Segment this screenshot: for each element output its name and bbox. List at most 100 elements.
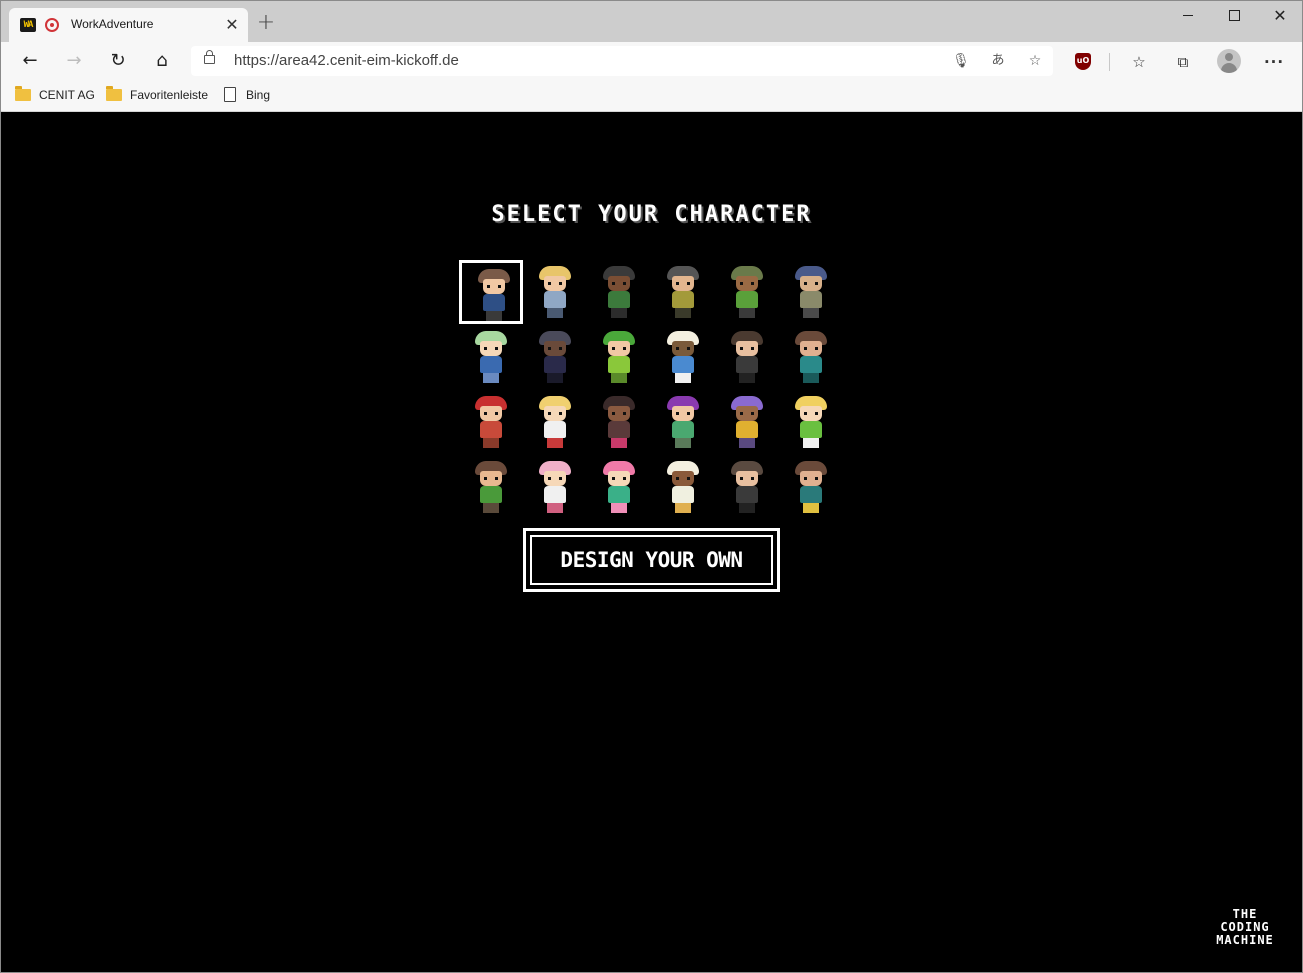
character-sprite (731, 266, 763, 320)
character-option[interactable] (779, 390, 843, 454)
sprite-legs (739, 503, 755, 513)
more-menu-icon[interactable]: ··· (1263, 51, 1285, 73)
workadventure-logo-icon: WA (20, 18, 36, 32)
bookmark-cenit-ag[interactable]: CENIT AG (15, 85, 95, 104)
sprite-eyes (612, 282, 626, 285)
close-icon: ✕ (1273, 6, 1287, 25)
sprite-body (736, 291, 758, 308)
collections-icon[interactable]: ⧉ (1172, 51, 1194, 73)
sprite-eyes (676, 347, 690, 350)
page-title: SELECT YOUR CHARACTER (491, 202, 812, 227)
add-favorite-icon[interactable]: ☆ (1025, 51, 1045, 71)
browser-window: WA WorkAdventure ✕ + ✕ ← → ↻ ⌂ https://a… (0, 0, 1303, 973)
minimize-button[interactable] (1165, 1, 1211, 31)
address-bar[interactable]: https://area42.cenit-eim-kickoff.de 🎙 あ … (191, 46, 1053, 76)
new-tab-button[interactable]: + (255, 12, 277, 35)
maximize-button[interactable] (1211, 1, 1257, 31)
sprite-body (608, 486, 630, 503)
character-option[interactable] (459, 455, 523, 519)
character-sprite (603, 461, 635, 515)
design-your-own-button[interactable]: DESIGN YOUR OWN (523, 528, 780, 592)
character-option[interactable] (715, 260, 779, 324)
game-canvas[interactable]: SELECT YOUR CHARACTER DESIGN YOUR OWN TH… (1, 112, 1302, 972)
home-button[interactable]: ⌂ (147, 46, 177, 76)
microphone-icon[interactable]: 🎙 (951, 51, 971, 71)
character-option[interactable] (715, 390, 779, 454)
sprite-body (672, 421, 694, 438)
character-option[interactable] (651, 455, 715, 519)
character-option[interactable] (651, 325, 715, 389)
tab-workadventure[interactable]: WA WorkAdventure ✕ (9, 8, 248, 42)
logo-line: MACHINE (1216, 933, 1274, 947)
character-option[interactable] (459, 325, 523, 389)
character-option[interactable] (459, 390, 523, 454)
recording-icon (45, 18, 59, 32)
sprite-body (608, 291, 630, 308)
sprite-eyes (740, 282, 754, 285)
sprite-legs (547, 373, 563, 383)
folder-icon (106, 85, 122, 101)
sprite-legs (547, 308, 563, 318)
tab-close-icon[interactable]: ✕ (224, 16, 240, 34)
sprite-eyes (548, 282, 562, 285)
character-option[interactable] (523, 260, 587, 324)
sprite-body (608, 356, 630, 373)
character-option[interactable] (587, 390, 651, 454)
sprite-eyes (548, 412, 562, 415)
ublock-extension-icon[interactable]: uO (1072, 51, 1094, 73)
url-text[interactable]: https://area42.cenit-eim-kickoff.de (234, 52, 459, 69)
browser-toolbar: ← → ↻ ⌂ https://area42.cenit-eim-kickoff… (1, 42, 1302, 80)
character-option[interactable] (779, 325, 843, 389)
lock-icon[interactable] (204, 50, 215, 64)
tab-title: WorkAdventure (71, 17, 154, 31)
character-option[interactable] (587, 325, 651, 389)
folder-icon (15, 85, 31, 101)
translate-icon[interactable]: あ (988, 51, 1008, 71)
sprite-legs (483, 503, 499, 513)
minimize-icon (1183, 15, 1193, 16)
sprite-eyes (676, 477, 690, 480)
sprite-eyes (804, 477, 818, 480)
character-option[interactable] (715, 455, 779, 519)
character-option[interactable] (779, 260, 843, 324)
bookmark-favoritenleiste[interactable]: Favoritenleiste (106, 85, 208, 104)
profile-avatar-icon[interactable] (1217, 49, 1241, 73)
close-window-button[interactable]: ✕ (1257, 1, 1302, 31)
sprite-legs (803, 503, 819, 513)
favorites-icon[interactable]: ☆ (1128, 51, 1150, 73)
character-option[interactable] (587, 455, 651, 519)
character-sprite (795, 461, 827, 515)
character-option[interactable] (523, 390, 587, 454)
sprite-eyes (548, 347, 562, 350)
sprite-legs (739, 308, 755, 318)
toolbar-divider (1109, 53, 1110, 71)
character-option[interactable] (587, 260, 651, 324)
the-coding-machine-logo: THE CODING MACHINE (1201, 908, 1289, 947)
sprite-legs (611, 308, 627, 318)
bookmark-bing[interactable]: Bing (224, 86, 270, 104)
character-sprite (539, 396, 571, 450)
character-sprite (603, 331, 635, 385)
sprite-body (483, 294, 505, 311)
character-option[interactable] (715, 325, 779, 389)
sprite-eyes (740, 477, 754, 480)
character-option[interactable] (523, 325, 587, 389)
character-sprite (539, 331, 571, 385)
character-option[interactable] (459, 260, 523, 324)
sprite-legs (675, 438, 691, 448)
character-option[interactable] (779, 455, 843, 519)
sprite-legs (486, 311, 502, 321)
reload-button[interactable]: ↻ (103, 46, 133, 76)
back-button[interactable]: ← (15, 46, 45, 76)
character-option[interactable] (651, 390, 715, 454)
sprite-body (672, 356, 694, 373)
sprite-body (544, 421, 566, 438)
sprite-legs (739, 373, 755, 383)
sprite-body (736, 356, 758, 373)
sprite-body (480, 486, 502, 503)
character-sprite (667, 461, 699, 515)
character-option[interactable] (651, 260, 715, 324)
character-option[interactable] (523, 455, 587, 519)
forward-button[interactable]: → (59, 46, 89, 76)
character-sprite (795, 331, 827, 385)
